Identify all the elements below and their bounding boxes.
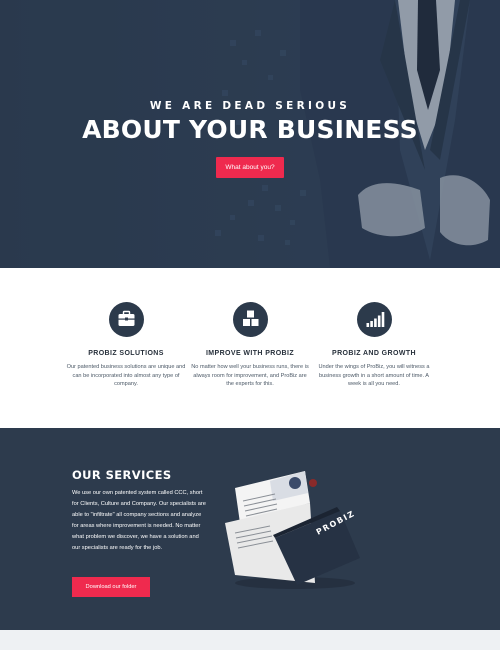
feature-title: IMPROVE WITH PROBIZ <box>205 350 295 357</box>
services-description: We use our own patented system called CC… <box>72 490 206 551</box>
hero-cta-button[interactable]: What about you? <box>216 157 284 178</box>
briefcase-icon <box>108 302 144 337</box>
hero-title: ABOUT YOUR BUSINESS <box>82 115 418 144</box>
feature-card: PROBIZ SOLUTIONS Our patented business s… <box>61 302 191 389</box>
services-title: OUR SERVICES <box>72 468 172 482</box>
feature-text: No matter how well your business runs, t… <box>191 364 309 388</box>
services-section: OUR SERVICES We use our own patented sys… <box>0 428 500 630</box>
hero-kicker: WE ARE DEAD SERIOUS <box>149 100 351 112</box>
cubes-icon <box>232 302 268 337</box>
download-folder-button[interactable]: Download our folder <box>72 577 150 597</box>
feature-title: PROBIZ SOLUTIONS <box>88 350 164 357</box>
footer-strip <box>0 630 500 650</box>
folder-mockup-image: PROBIZ <box>225 471 360 589</box>
bar-chart-icon <box>356 302 392 337</box>
feature-text: Under the wings of ProBiz, you will witn… <box>318 364 430 388</box>
feature-text: Our patented business solutions are uniq… <box>66 364 186 388</box>
feature-card: PROBIZ AND GROWTH Under the wings of Pro… <box>309 302 439 389</box>
hero-section: WE ARE DEAD SERIOUS ABOUT YOUR BUSINESS … <box>0 0 500 268</box>
feature-title: PROBIZ AND GROWTH <box>332 350 416 357</box>
features-section: PROBIZ SOLUTIONS Our patented business s… <box>0 268 500 428</box>
feature-card: IMPROVE WITH PROBIZ No matter how well y… <box>185 302 315 389</box>
